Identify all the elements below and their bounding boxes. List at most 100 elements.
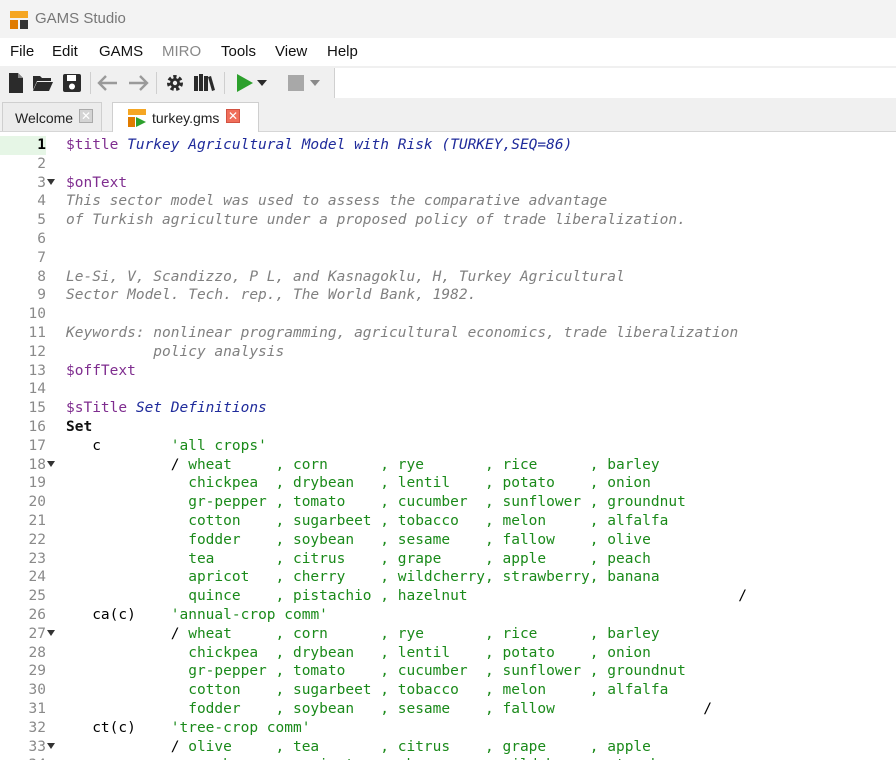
close-icon[interactable]: ✕ (226, 109, 240, 123)
code-line[interactable]: 23 tea , citrus , grape , apple , peach (0, 550, 896, 569)
code-line[interactable]: 22 fodder , soybean , sesame , fallow , … (0, 531, 896, 550)
line-number: 21 (28, 513, 46, 529)
code-text: cotton , sugarbeet , tobacco , melon , a… (66, 681, 668, 700)
settings-button[interactable] (163, 71, 187, 95)
code-token: fodder , soybean , sesame , fallow , oli… (66, 531, 651, 548)
code-text: apricot , cherry , wildcherry, strawberr… (66, 568, 659, 587)
code-text: This sector model was used to assess the… (66, 192, 607, 211)
code-line[interactable]: 3 $onText (0, 174, 896, 193)
code-token: 'all crops' (170, 437, 267, 454)
close-icon[interactable]: ✕ (79, 109, 93, 123)
code-text: Sector Model. Tech. rep., The World Bank… (66, 286, 476, 305)
line-number: 7 (37, 249, 46, 266)
code-line[interactable]: 29 gr-pepper , tomato , cucumber , sunfl… (0, 662, 896, 681)
code-line[interactable]: 33 / olive , tea , citrus , grape , appl… (0, 738, 896, 757)
code-line[interactable]: 8 Le-Si, V, Scandizzo, P L, and Kasnagokl… (0, 268, 896, 287)
code-token: / (66, 456, 189, 473)
open-file-button[interactable] (31, 71, 55, 95)
code-text: of Turkish agriculture under a proposed … (66, 211, 686, 230)
line-number: 28 (28, 644, 46, 661)
menu-view[interactable]: View (275, 43, 307, 60)
code-token: $onText (66, 174, 128, 191)
code-line[interactable]: 4 This sector model was used to assess th… (0, 192, 896, 211)
title-bar: GAMS Studio (0, 0, 896, 38)
code-token: policy analysis (66, 343, 285, 360)
forward-button[interactable] (126, 71, 150, 95)
code-line[interactable]: 12 policy analysis (0, 343, 896, 362)
fold-toggle-icon[interactable] (47, 178, 55, 185)
code-line[interactable]: 10 (0, 305, 896, 324)
code-line[interactable]: 20 gr-pepper , tomato , cucumber , sunfl… (0, 493, 896, 512)
menu-file[interactable]: File (10, 43, 34, 60)
editor-tab-bar: Welcome ✕ turkey.gms ✕ (0, 100, 896, 132)
fold-toggle-icon[interactable] (47, 460, 55, 467)
back-arrow-icon (97, 75, 117, 91)
code-line[interactable]: 11 Keywords: nonlinear programming, agric… (0, 324, 896, 343)
fold-toggle-icon[interactable] (47, 742, 55, 749)
code-line[interactable]: 2 (0, 155, 896, 174)
save-button[interactable] (60, 71, 84, 95)
code-line[interactable]: 26 ca(c) 'annual-crop comm' (0, 606, 896, 625)
code-line[interactable]: 1 $title Turkey Agricultural Model with R… (0, 136, 896, 155)
code-line[interactable]: 27 / wheat , corn , rye , rice , barley (0, 625, 896, 644)
menu-miro[interactable]: MIRO (162, 43, 201, 60)
code-line[interactable]: 5 of Turkish agriculture under a proposed… (0, 211, 896, 230)
code-token: $title (66, 137, 128, 153)
code-editor[interactable]: 1 $title Turkey Agricultural Model with R… (0, 132, 896, 760)
tab-turkey-gms[interactable]: turkey.gms ✕ (112, 102, 259, 132)
code-line[interactable]: 16 Set (0, 418, 896, 437)
new-file-button[interactable] (4, 71, 28, 95)
code-token: cotton , sugarbeet , tobacco , melon , a… (66, 682, 669, 699)
code-line[interactable]: 13 $offText (0, 362, 896, 381)
code-line[interactable]: 30 cotton , sugarbeet , tobacco , melon … (0, 681, 896, 700)
run-icon (237, 74, 253, 92)
code-text: peach , apricot , cherry , wildcherry, s… (66, 756, 694, 760)
code-line[interactable]: 32 ct(c) 'tree-crop comm' (0, 719, 896, 738)
menu-help[interactable]: Help (327, 43, 358, 60)
toolbar (0, 66, 896, 101)
fold-toggle-icon[interactable] (47, 629, 55, 636)
run-dropdown-button[interactable] (255, 71, 269, 95)
line-number: 15 (28, 400, 46, 417)
line-number: 26 (28, 607, 46, 623)
tab-welcome[interactable]: Welcome ✕ (2, 102, 102, 131)
line-number: 19 (28, 475, 46, 492)
model-library-button[interactable] (192, 71, 216, 95)
toolbar-separator (156, 72, 157, 94)
code-token: quince , pistachio , hazelnut (66, 588, 739, 605)
window-title: GAMS Studio (35, 10, 126, 27)
code-line[interactable]: 6 (0, 230, 896, 249)
code-line[interactable]: 17 c 'all crops' (0, 437, 896, 456)
code-line[interactable]: 21 cotton , sugarbeet , tobacco , melon … (0, 512, 896, 531)
line-number: 24 (28, 569, 46, 586)
command-line-area[interactable] (334, 68, 896, 98)
menu-gams[interactable]: GAMS (99, 43, 143, 60)
back-button[interactable] (96, 71, 120, 95)
code-line[interactable]: 34 peach , apricot , cherry , wildcherry… (0, 756, 896, 760)
code-line[interactable]: 31 fodder , soybean , sesame , fallow / (0, 700, 896, 719)
code-line[interactable]: 28 chickpea , drybean , lentil , potato … (0, 644, 896, 663)
line-number: 20 (28, 494, 46, 511)
menu-tools[interactable]: Tools (221, 43, 256, 60)
code-line[interactable]: 14 (0, 380, 896, 399)
code-token: chickpea , drybean , lentil , potato , o… (66, 644, 651, 661)
code-line[interactable]: 15 $sTitle Set Definitions (0, 399, 896, 418)
code-token: cotton , sugarbeet , tobacco , melon , a… (66, 513, 669, 529)
menu-edit[interactable]: Edit (52, 43, 78, 60)
code-line[interactable]: 9 Sector Model. Tech. rep., The World Ban… (0, 286, 896, 305)
code-text: $title Turkey Agricultural Model with Ri… (66, 136, 572, 155)
code-text: / wheat , corn , rye , rice , barley (66, 456, 660, 475)
code-line[interactable]: 7 (0, 249, 896, 268)
stop-dropdown-button[interactable] (308, 71, 322, 95)
line-number: 34 (0, 756, 46, 760)
code-line[interactable]: 25 quince , pistachio , hazelnut / (0, 587, 896, 606)
stop-button[interactable] (284, 71, 308, 95)
code-line[interactable]: 19 chickpea , drybean , lentil , potato … (0, 474, 896, 493)
forward-arrow-icon (129, 75, 149, 91)
code-token: gr-pepper , tomato , cucumber , sunflowe… (66, 494, 686, 511)
code-token: ct(c) (66, 719, 171, 736)
run-button[interactable] (232, 71, 256, 95)
code-line[interactable]: 24 apricot , cherry , wildcherry, strawb… (0, 568, 896, 587)
code-line[interactable]: 18 / wheat , corn , rye , rice , barley (0, 456, 896, 475)
new-file-icon (9, 73, 23, 93)
